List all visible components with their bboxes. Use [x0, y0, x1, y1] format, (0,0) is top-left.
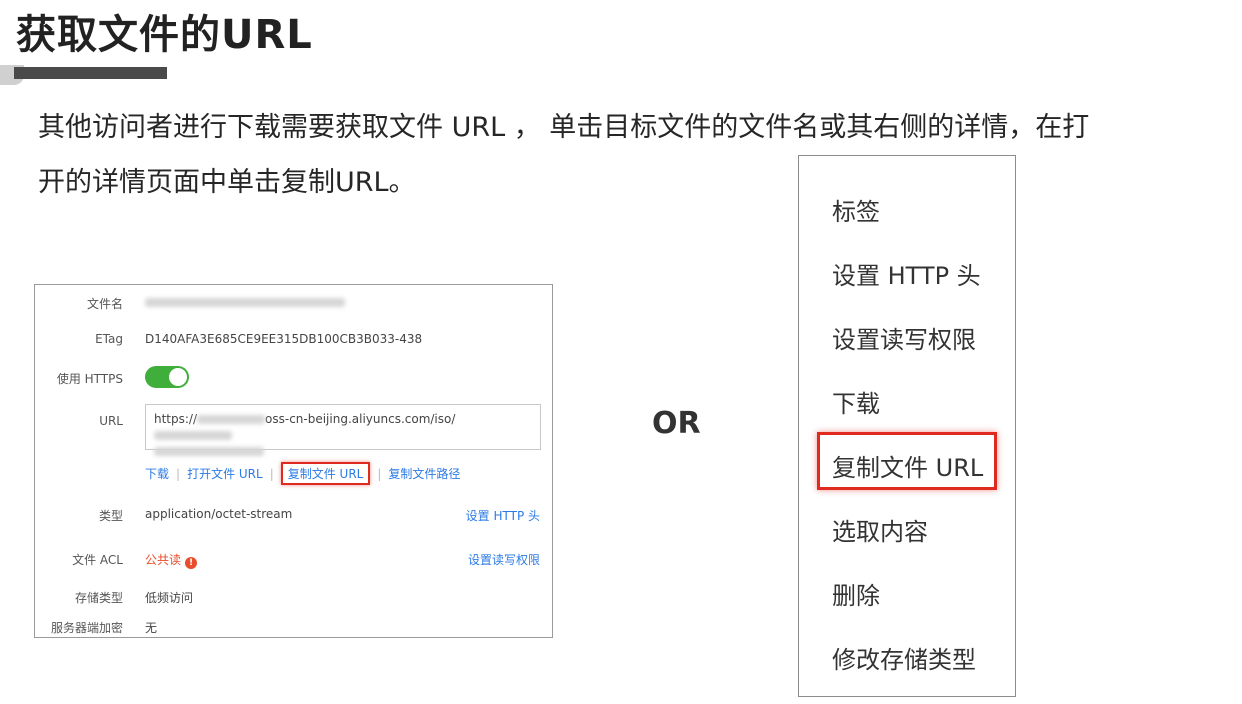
slide: 获取文件的URL 其他访问者进行下载需要获取文件 URL ， 单击目标文件的文件…	[0, 0, 1242, 704]
copy-url-highlight: 复制文件 URL	[280, 462, 371, 485]
etag-value: D140AFA3E685CE9EE315DB100CB3B033-438	[145, 332, 423, 346]
redacted-object-tail	[154, 447, 264, 456]
acl-label: 文件 ACL	[72, 553, 123, 567]
menu-item-set-rw-permission[interactable]: 设置读写权限	[832, 320, 976, 355]
redacted-filename	[145, 298, 345, 307]
encryption-label: 服务器端加密	[50, 621, 123, 635]
menu-item-download[interactable]: 下载	[832, 384, 880, 419]
download-link[interactable]: 下载	[145, 467, 169, 481]
warning-icon: !	[185, 557, 198, 569]
set-http-header-link[interactable]: 设置 HTTP 头	[466, 507, 540, 524]
redacted-bucket	[197, 415, 266, 424]
intro-line-1: 其他访问者进行下载需要获取文件 URL ， 单击目标文件的文件名或其右侧的详情，…	[38, 112, 1090, 143]
menu-item-copy-url[interactable]: 复制文件 URL	[832, 448, 983, 483]
intro-text: 其他访问者进行下载需要获取文件 URL ， 单击目标文件的文件名或其右侧的详情，…	[38, 100, 1228, 210]
filename-value	[145, 295, 345, 309]
url-middle: oss-cn-beijing.aliyuncs.com/iso/	[265, 412, 456, 426]
open-url-link[interactable]: 打开文件 URL	[187, 467, 263, 481]
separator: |	[269, 467, 274, 481]
type-value: application/octet-stream	[145, 507, 293, 521]
url-label: URL	[99, 414, 123, 428]
filename-label: 文件名	[86, 297, 123, 311]
copy-url-link[interactable]: 复制文件 URL	[288, 467, 364, 481]
separator: |	[176, 467, 181, 481]
redacted-object	[154, 431, 232, 440]
or-label: OR	[652, 406, 701, 441]
acl-value-wrap: 公共读!	[145, 551, 198, 569]
menu-item-tags[interactable]: 标签	[832, 192, 880, 227]
file-details-panel: 文件名 ETag D140AFA3E685CE9EE315DB100CB3B03…	[34, 284, 553, 638]
menu-item-change-storage-class[interactable]: 修改存储类型	[832, 640, 976, 675]
toggle-knob	[169, 368, 187, 386]
storage-value: 低频访问	[145, 591, 194, 605]
copy-path-link[interactable]: 复制文件路径	[388, 467, 460, 481]
context-menu: 标签 设置 HTTP 头 设置读写权限 下载 复制文件 URL 选取内容 删除 …	[798, 155, 1016, 697]
storage-label: 存储类型	[74, 591, 123, 605]
set-rw-permission-link[interactable]: 设置读写权限	[468, 551, 540, 568]
slide-title: 获取文件的URL	[16, 12, 313, 58]
url-prefix: https://	[154, 412, 198, 426]
title-accent-bar	[14, 67, 167, 79]
menu-item-delete[interactable]: 删除	[832, 576, 880, 611]
url-field[interactable]: https:// oss-cn-beijing.aliyuncs.com/iso/	[145, 404, 541, 456]
encryption-value: 无	[145, 621, 158, 635]
menu-item-set-http-header[interactable]: 设置 HTTP 头	[832, 256, 981, 291]
https-toggle[interactable]	[145, 366, 189, 388]
url-actions: 下载 | 打开文件 URL | 复制文件 URL | 复制文件路径	[145, 462, 460, 485]
menu-item-select-content[interactable]: 选取内容	[832, 512, 928, 547]
separator: |	[377, 467, 382, 481]
acl-value: 公共读	[145, 553, 182, 567]
intro-line-2: 开的详情页面中单击复制URL。	[38, 167, 416, 198]
type-label: 类型	[98, 509, 123, 523]
https-label: 使用 HTTPS	[56, 372, 123, 386]
etag-label: ETag	[95, 332, 123, 346]
